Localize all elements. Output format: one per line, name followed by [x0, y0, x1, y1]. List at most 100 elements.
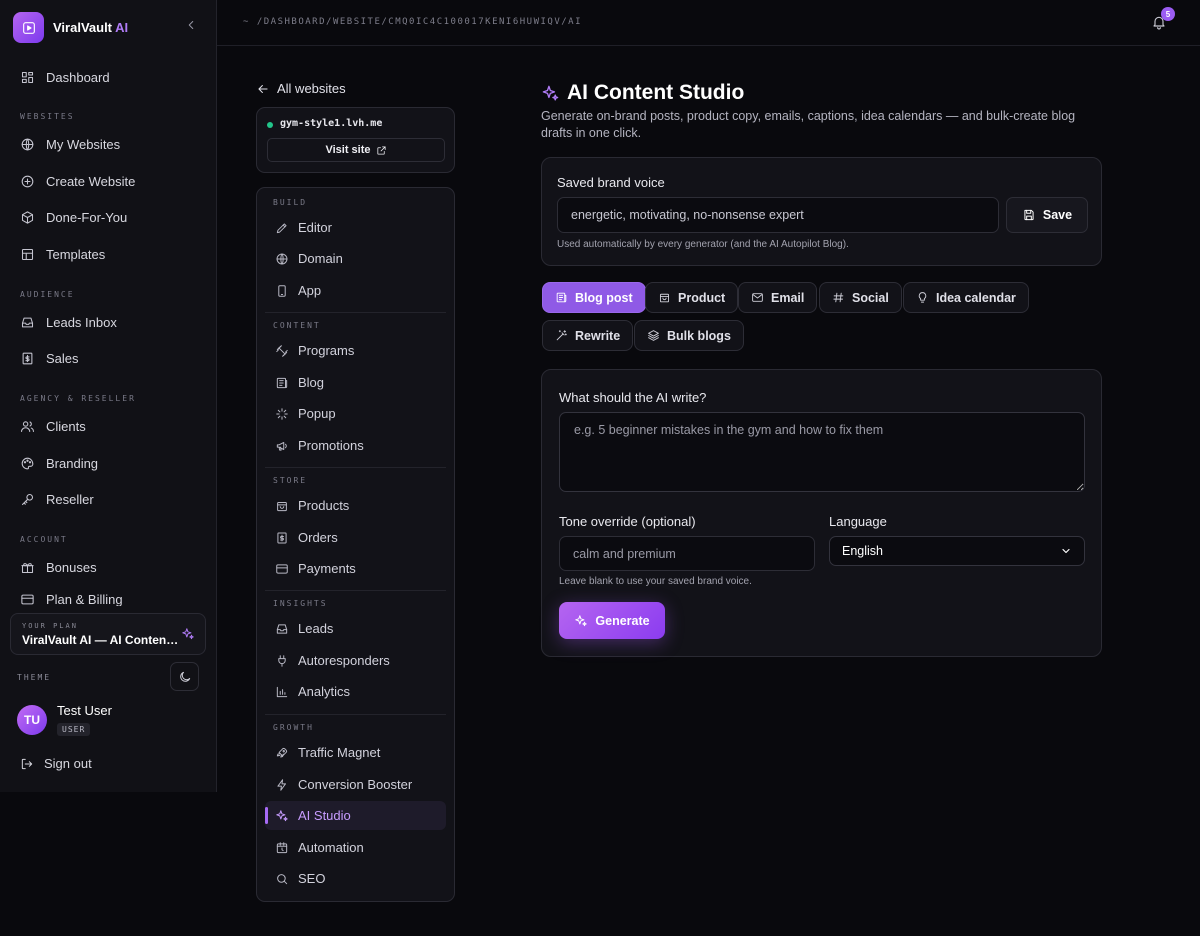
gift-icon	[21, 562, 34, 573]
prompt-textarea[interactable]	[559, 412, 1085, 492]
menu-item-blog[interactable]: Blog	[265, 368, 446, 397]
site-menu: BUILD Editor Domain App CONTENT Programs…	[256, 187, 455, 902]
visit-site-button[interactable]: Visit site	[267, 138, 445, 162]
menu-item-label: Conversion Booster	[298, 777, 413, 792]
sparkles-icon	[276, 809, 288, 821]
user-name: Test User	[57, 703, 112, 718]
sidebar-item-branding[interactable]: Branding	[20, 452, 98, 474]
menu-item-analytics[interactable]: Analytics	[265, 677, 446, 706]
menu-item-orders[interactable]: Orders	[265, 523, 446, 552]
menu-item-domain[interactable]: Domain	[265, 244, 446, 273]
smartphone-icon	[278, 284, 286, 297]
external-link-icon	[376, 145, 386, 155]
site-domain: gym-style1.lvh.me	[280, 118, 383, 129]
back-to-websites-link[interactable]: All websites	[256, 81, 346, 96]
megaphone-icon	[276, 441, 287, 451]
menu-item-automation[interactable]: Automation	[265, 833, 446, 862]
menu-item-label: App	[298, 283, 322, 298]
newspaper-icon	[556, 292, 567, 303]
menu-item-conversion-booster[interactable]: Conversion Booster	[265, 770, 446, 799]
search-icon	[277, 873, 288, 884]
menu-item-editor[interactable]: Editor	[265, 213, 446, 242]
menu-item-autoresponders[interactable]: Autoresponders	[265, 646, 446, 675]
language-select[interactable]: English	[829, 536, 1085, 566]
play-icon	[13, 12, 44, 43]
menu-item-label: Promotions	[298, 438, 364, 453]
tab-label: Bulk blogs	[667, 328, 731, 343]
lightbulb-icon	[918, 292, 927, 303]
tab-label: Idea calendar	[936, 290, 1016, 305]
language-label: Language	[829, 514, 887, 529]
save-label: Save	[1042, 208, 1073, 222]
sidebar-item-reseller[interactable]: Reseller	[20, 488, 94, 510]
avatar: TU	[17, 705, 47, 735]
notification-badge: 5	[1161, 7, 1175, 21]
tab-bulk-blogs[interactable]: Bulk blogs	[634, 320, 744, 351]
menu-divider	[265, 312, 446, 313]
theme-toggle-button[interactable]	[170, 662, 199, 691]
generate-button[interactable]: Generate	[559, 602, 665, 639]
tab-rewrite[interactable]: Rewrite	[542, 320, 634, 351]
generate-label: Generate	[595, 613, 650, 628]
brand[interactable]: ViralVault AI	[13, 12, 128, 43]
arrow-left-icon	[258, 84, 268, 93]
sidebar-item-clients[interactable]: Clients	[20, 415, 86, 437]
sidebar-item-label: Done-For-You	[46, 209, 128, 225]
menu-item-seo[interactable]: SEO	[265, 864, 446, 893]
tab-label: Email	[771, 290, 805, 305]
palette-icon	[21, 457, 34, 469]
menu-item-payments[interactable]: Payments	[265, 554, 446, 583]
menu-item-programs[interactable]: Programs	[265, 336, 446, 365]
tab-blog-post[interactable]: Blog post	[542, 282, 646, 313]
tab-idea-calendar[interactable]: Idea calendar	[903, 282, 1029, 313]
tone-input[interactable]	[559, 536, 815, 571]
tab-product[interactable]: Product	[645, 282, 739, 313]
sparkles-icon	[181, 627, 195, 641]
chevron-left-icon[interactable]	[184, 18, 198, 32]
sidebar-item-done-for-you[interactable]: Done-For-You	[20, 206, 127, 228]
sidebar-item-label: Sales	[46, 350, 79, 366]
hash-icon	[833, 292, 844, 303]
breadcrumb: ~ /DASHBOARD/WEBSITE/CMQ0IC4C100017KENI6…	[243, 17, 583, 27]
bar-chart-icon	[276, 686, 288, 697]
brand-name: ViralVault AI	[53, 20, 129, 35]
menu-item-ai-studio[interactable]: AI Studio	[265, 801, 446, 830]
plus-circle-icon	[21, 175, 34, 187]
save-button[interactable]: Save	[1006, 197, 1088, 233]
sign-out-button[interactable]: Sign out	[20, 756, 92, 771]
menu-item-popup[interactable]: Popup	[265, 399, 446, 428]
menu-item-label: Domain	[298, 251, 343, 266]
menu-item-leads[interactable]: Leads	[265, 614, 446, 643]
page-title: AI Content Studio	[567, 81, 745, 104]
sidebar-item-bonuses[interactable]: Bonuses	[20, 556, 97, 578]
sparkles-icon	[541, 84, 560, 103]
receipt-icon	[277, 532, 287, 543]
sparkles-icon	[575, 614, 588, 626]
sidebar-item-leads-inbox[interactable]: Leads Inbox	[20, 311, 117, 333]
sidebar-item-label: Dashboard	[46, 69, 110, 85]
shopping-bag-icon	[277, 501, 287, 511]
sidebar-item-label: Clients	[46, 418, 86, 434]
menu-item-promotions[interactable]: Promotions	[265, 431, 446, 460]
language-value: English	[842, 544, 883, 558]
inbox-icon	[21, 317, 34, 327]
sidebar-item-sales[interactable]: Sales	[20, 347, 79, 369]
menu-item-label: Payments	[298, 561, 356, 576]
sidebar-item-my-websites[interactable]: My Websites	[20, 133, 120, 155]
sidebar-item-dashboard[interactable]: Dashboard	[20, 66, 110, 88]
menu-item-traffic-magnet[interactable]: Traffic Magnet	[265, 738, 446, 767]
brand-voice-input[interactable]	[557, 197, 999, 233]
sidebar-item-create-website[interactable]: Create Website	[20, 170, 135, 192]
tab-social[interactable]: Social	[819, 282, 902, 313]
sidebar-item-label: My Websites	[46, 136, 121, 152]
sidebar-item-templates[interactable]: Templates	[20, 243, 105, 265]
menu-item-app[interactable]: App	[265, 276, 446, 305]
site-card: gym-style1.lvh.me Visit site	[256, 107, 455, 173]
tab-email[interactable]: Email	[738, 282, 818, 313]
menu-item-products[interactable]: Products	[265, 491, 446, 520]
section-account: ACCOUNT	[20, 535, 68, 544]
menu-item-label: Traffic Magnet	[298, 745, 381, 760]
sidebar-item-plan-billing[interactable]: Plan & Billing	[20, 592, 123, 606]
layout-icon	[21, 248, 34, 260]
plan-card[interactable]: YOUR PLAN ViralVault AI — AI Content Stu…	[10, 613, 206, 655]
